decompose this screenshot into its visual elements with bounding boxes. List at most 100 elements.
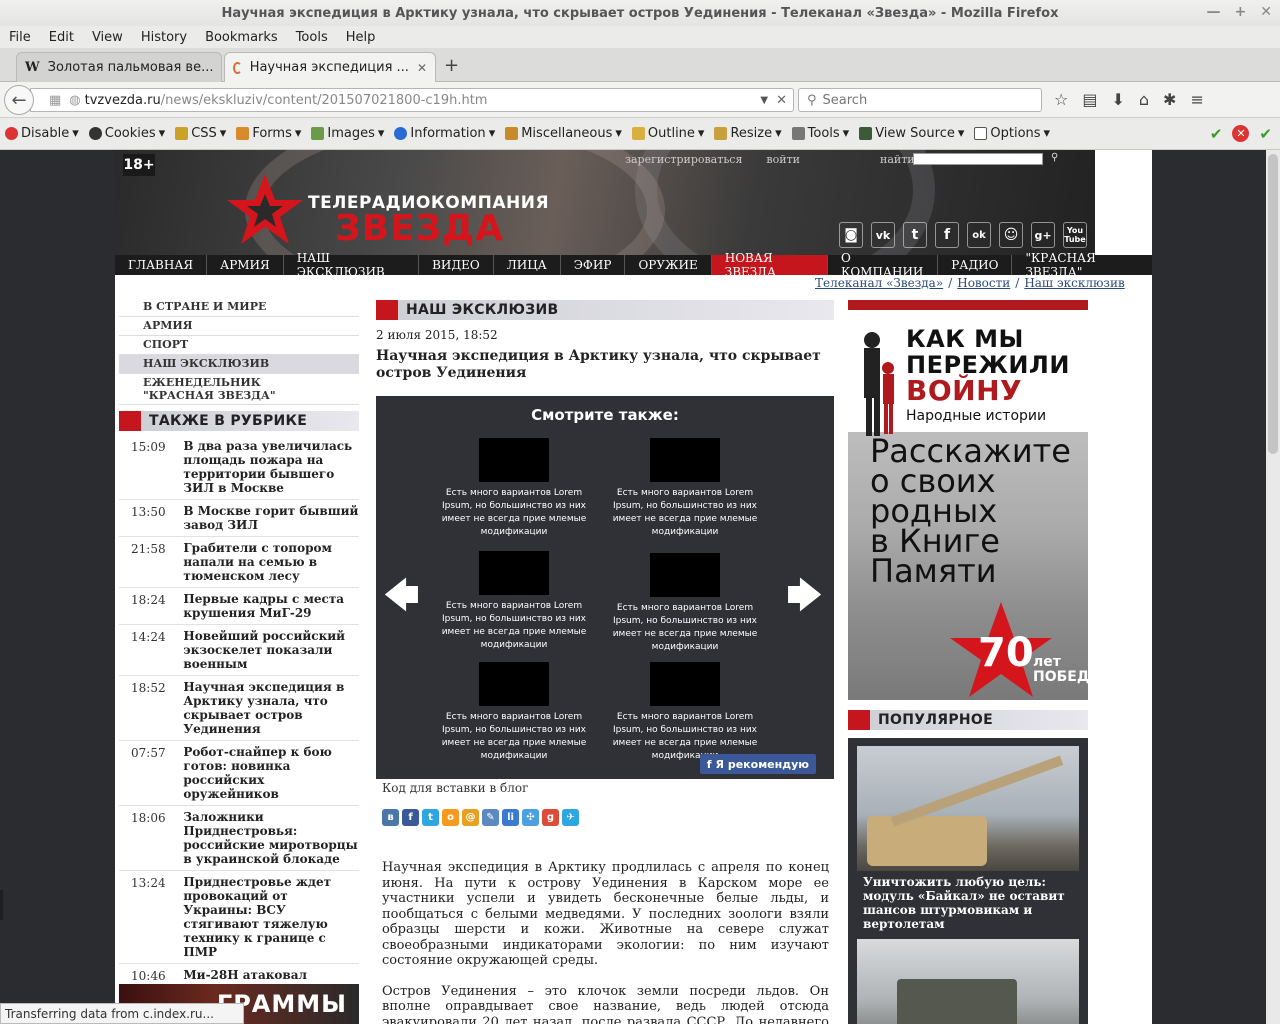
reload-icon[interactable]: ✕ bbox=[776, 93, 787, 108]
news-title[interactable]: Робот-снайпер к бою готов: новинка росси… bbox=[183, 745, 359, 801]
nav-exclusive[interactable]: НАШ ЭКСКЛЮЗИВ bbox=[284, 251, 420, 279]
embed-code-link[interactable]: Код для вставки в блог bbox=[382, 781, 834, 795]
breadcrumb-link[interactable]: Телеканал «Звезда» bbox=[815, 276, 943, 290]
sidebar-item-world[interactable]: В СТРАНЕ И МИРЕ bbox=[119, 298, 359, 317]
news-title[interactable]: Заложники Приднестровья: российские миро… bbox=[183, 810, 359, 866]
dev-images[interactable]: Images ▾ bbox=[306, 126, 389, 141]
scrollbar-thumb[interactable] bbox=[1268, 154, 1278, 454]
new-tab-icon[interactable]: + bbox=[444, 55, 459, 76]
close-window-icon[interactable]: ✕ bbox=[1260, 4, 1272, 20]
menu-history[interactable]: History bbox=[132, 30, 196, 45]
news-title[interactable]: Первые кадры с места крушения МиГ-29 bbox=[183, 592, 359, 620]
facebook-recommend-button[interactable]: fЯ рекомендую bbox=[699, 754, 816, 774]
tab-zvezda[interactable]: Научная экспедиция ... ✕ bbox=[224, 52, 436, 82]
nav-faces[interactable]: ЛИЦА bbox=[494, 255, 561, 275]
nav-about[interactable]: О КОМПАНИИ bbox=[828, 251, 939, 279]
addon-icon[interactable]: ✱ bbox=[1163, 90, 1176, 109]
bookmark-share-icon[interactable]: ✈ bbox=[562, 809, 579, 826]
news-title[interactable]: В Москве горит бывший завод ЗИЛ bbox=[183, 504, 359, 532]
tab-close-icon[interactable]: ✕ bbox=[417, 61, 427, 75]
news-item[interactable]: 13:24 Приднестровье ждет провокаций от Ук… bbox=[119, 871, 359, 964]
prev-arrow-icon[interactable]: 🡄 bbox=[384, 572, 419, 629]
google-plus-icon[interactable]: g+ bbox=[1031, 222, 1055, 248]
dev-disable[interactable]: Disable ▾ bbox=[0, 126, 84, 141]
nav-radio[interactable]: РАДИО bbox=[938, 255, 1013, 275]
search-icon[interactable]: ⚲ bbox=[1051, 152, 1058, 163]
mail-share-icon[interactable]: @ bbox=[462, 809, 479, 826]
sidebar-item-exclusive[interactable]: НАШ ЭКСКЛЮЗИВ bbox=[119, 355, 359, 374]
bookmarks-list-icon[interactable]: ▤ bbox=[1082, 90, 1097, 109]
login-link[interactable]: войти bbox=[766, 153, 800, 166]
livejournal-share-icon[interactable]: ✎ bbox=[482, 809, 499, 826]
minimize-icon[interactable]: — bbox=[1207, 4, 1221, 20]
download-icon[interactable]: ⬇ bbox=[1111, 90, 1124, 109]
nav-broadcast[interactable]: ЭФИР bbox=[561, 255, 626, 275]
news-item[interactable]: 15:09 В два раза увеличилась площадь пожа… bbox=[119, 435, 359, 500]
search-box[interactable]: ⚲ Search bbox=[798, 88, 1042, 112]
news-item[interactable]: 07:57 Робот-снайпер к бою готов: новинка … bbox=[119, 741, 359, 806]
menu-edit[interactable]: Edit bbox=[40, 30, 83, 45]
dev-outline[interactable]: Outline ▾ bbox=[627, 126, 710, 141]
odnoklassniki-icon[interactable]: ok bbox=[967, 222, 991, 248]
twitter-icon[interactable]: t bbox=[903, 222, 927, 248]
related-video-thumb[interactable]: Есть много вариантов Lorem Ipsum, но бол… bbox=[439, 438, 589, 539]
dev-view-source[interactable]: View Source ▾ bbox=[854, 126, 969, 141]
url-bar[interactable]: ▦ ◍ tvzvezda.ru/news/ekskluziv/content/2… bbox=[30, 88, 794, 112]
menu-tools[interactable]: Tools bbox=[287, 30, 337, 45]
liveinternet-share-icon[interactable]: li bbox=[502, 809, 519, 826]
nav-video[interactable]: ВИДЕО bbox=[419, 255, 494, 275]
menu-help[interactable]: Help bbox=[337, 30, 385, 45]
home-icon[interactable]: ⌂ bbox=[1139, 90, 1149, 109]
vk-share-icon[interactable]: в bbox=[382, 809, 399, 826]
odnoklassniki-share-icon[interactable]: o bbox=[442, 809, 459, 826]
back-button[interactable]: ← bbox=[4, 85, 34, 115]
sidebar-item-army[interactable]: АРМИЯ bbox=[119, 317, 359, 336]
news-item[interactable]: 14:24 Новейший российский экзоскелет пока… bbox=[119, 625, 359, 676]
dev-resize[interactable]: Resize ▾ bbox=[709, 126, 786, 141]
dev-information[interactable]: Information ▾ bbox=[389, 126, 500, 141]
hamburger-menu-icon[interactable]: ≡ bbox=[1190, 90, 1203, 109]
tab-close-icon[interactable]: ✕ bbox=[222, 61, 223, 75]
nav-home[interactable]: ГЛАВНАЯ bbox=[115, 255, 208, 275]
news-title[interactable]: Новейший российский экзоскелет показали … bbox=[183, 629, 359, 671]
popular-item-title[interactable]: Уничтожить любую цель: модуль «Байкал» н… bbox=[857, 871, 1079, 939]
youtube-icon[interactable]: You Tube bbox=[1063, 222, 1087, 248]
register-link[interactable]: зарегистрироваться bbox=[625, 153, 742, 166]
instagram-icon[interactable]: ◙ bbox=[839, 222, 863, 248]
dev-cookies[interactable]: Cookies ▾ bbox=[84, 126, 170, 141]
related-video-thumb[interactable]: Есть много вариантов Lorem Ipsum, но бол… bbox=[610, 553, 760, 654]
related-video-thumb[interactable]: Есть много вариантов Lorem Ipsum, но бол… bbox=[439, 551, 589, 652]
check-icon[interactable]: ✔ bbox=[1210, 125, 1223, 143]
dev-miscellaneous[interactable]: Miscellaneous ▾ bbox=[500, 126, 627, 141]
menu-view[interactable]: View bbox=[83, 30, 132, 45]
page-scrollbar[interactable] bbox=[1266, 150, 1280, 1024]
popular-item-image[interactable] bbox=[857, 939, 1079, 1024]
facebook-icon[interactable]: f bbox=[935, 222, 959, 248]
sidebar-item-sport[interactable]: СПОРТ bbox=[119, 336, 359, 355]
news-item[interactable]: 13:50 В Москве горит бывший завод ЗИЛ bbox=[119, 500, 359, 537]
dev-css[interactable]: CSS ▾ bbox=[170, 126, 231, 141]
dev-options[interactable]: Options ▾ bbox=[969, 126, 1055, 141]
site-search-input[interactable] bbox=[913, 153, 1043, 165]
menu-bookmarks[interactable]: Bookmarks bbox=[196, 30, 287, 45]
news-item[interactable]: 18:52 Научная экспедиция в Арктику узнала… bbox=[119, 676, 359, 741]
vk-icon[interactable]: vk bbox=[871, 222, 895, 248]
news-title[interactable]: Грабители с топором напали на семью в тю… bbox=[183, 541, 359, 583]
facebook-share-icon[interactable]: f bbox=[402, 809, 419, 826]
popular-item[interactable] bbox=[857, 746, 1079, 871]
error-icon[interactable]: ✕ bbox=[1232, 125, 1250, 142]
nav-army[interactable]: АРМИЯ bbox=[207, 255, 284, 275]
breadcrumb-link[interactable]: Наш эксклюзив bbox=[1024, 276, 1124, 290]
video-player[interactable]: Смотрите также: Есть много вариантов Lor… bbox=[376, 396, 834, 779]
bookmark-star-icon[interactable]: ☆ bbox=[1054, 90, 1068, 109]
google-plus-share-icon[interactable]: g bbox=[542, 809, 559, 826]
moi-mir-icon[interactable]: ☺ bbox=[999, 222, 1023, 248]
check-icon[interactable]: ✔ bbox=[1259, 125, 1272, 143]
news-title[interactable]: Научная экспедиция в Арктику узнала, что… bbox=[183, 680, 359, 736]
nav-krasnaya-zvezda[interactable]: "КРАСНАЯ ЗВЕЗДА" bbox=[1012, 251, 1152, 279]
sidebar-item-weekly[interactable]: ЕЖЕНЕДЕЛЬНИК "КРАСНАЯ ЗВЕЗДА" bbox=[119, 374, 359, 405]
yandex-share-icon[interactable]: ✣ bbox=[522, 809, 539, 826]
dev-tools[interactable]: Tools ▾ bbox=[787, 126, 855, 141]
nav-weapons[interactable]: ОРУЖИЕ bbox=[625, 255, 712, 275]
news-title[interactable]: Приднестровье ждет провокаций от Украины… bbox=[183, 875, 359, 959]
